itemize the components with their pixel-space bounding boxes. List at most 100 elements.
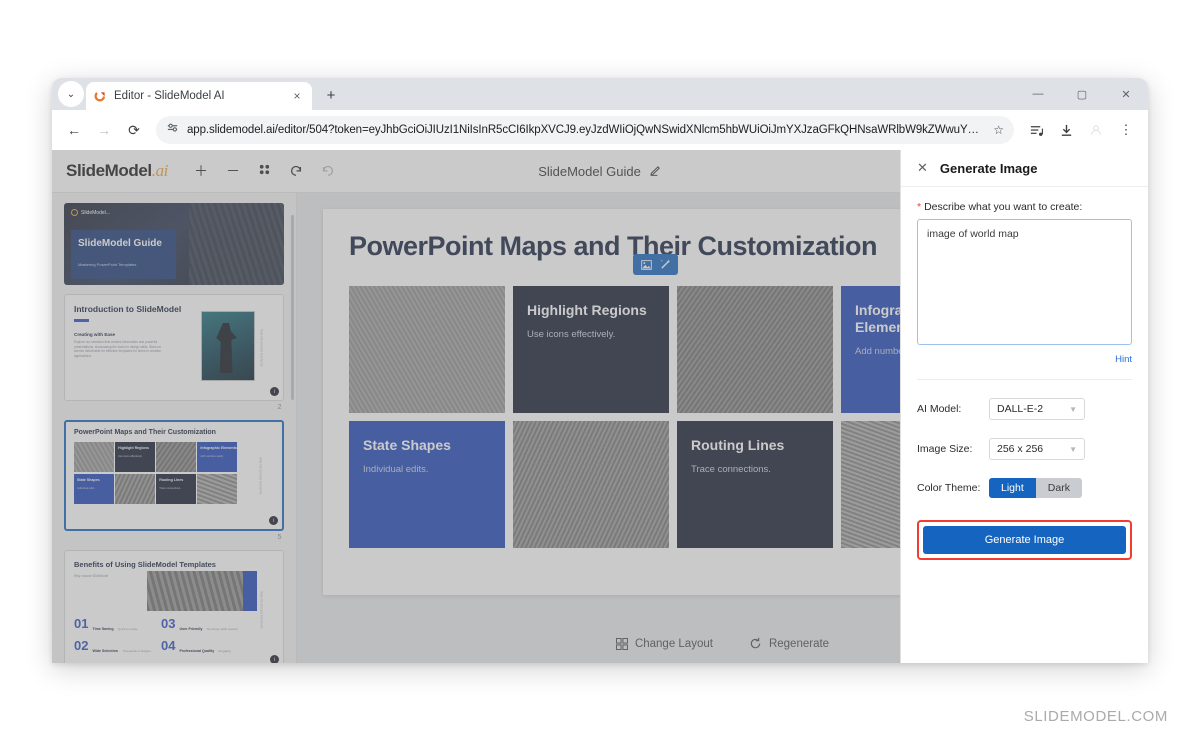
tab-close-icon[interactable]: × <box>290 89 304 103</box>
thumb-card-grid: Highlight Regions Use icons effectively.… <box>74 442 237 504</box>
ai-magic-icon[interactable] <box>656 257 674 272</box>
zoom-out-icon[interactable]: － <box>226 161 240 181</box>
thumb-card <box>74 442 114 472</box>
browser-tab-title: Editor - SlideModel AI <box>114 90 225 102</box>
item-title: Time Saving <box>92 627 114 631</box>
slide-card-5[interactable]: State Shapes Individual edits. <box>349 421 505 548</box>
minimize-button[interactable]: — <box>1016 78 1060 110</box>
thumb-side-text: Key Structured Contents <box>258 457 263 494</box>
app-logo[interactable]: SlideModel.ai <box>66 161 168 181</box>
card-sub: Individual edits. <box>363 464 429 475</box>
color-theme-toggle[interactable]: Light Dark <box>989 478 1082 498</box>
maximize-button[interactable]: ▢ <box>1060 78 1104 110</box>
reload-button[interactable]: ⟳ <box>120 116 148 144</box>
slide-card-6[interactable] <box>513 421 669 548</box>
generate-image-button[interactable]: Generate Image <box>923 526 1126 554</box>
thumb-title-panel: SlideModel Guide Mastering PowerPoint Te… <box>71 230 176 279</box>
chrome-menu-icon[interactable]: ⋮ <box>1112 116 1140 144</box>
forward-button[interactable]: → <box>90 116 118 144</box>
thumb-card-title: State Shapes <box>77 477 100 482</box>
list-item: 04 Professional Quality Engaging templat… <box>161 639 242 663</box>
slide-card-7[interactable]: Routing Lines Trace connections. <box>677 421 833 548</box>
site-settings-icon[interactable] <box>166 122 179 138</box>
app-viewport: SlideModel.ai ＋ － SlideModel Guide Slide… <box>52 150 1148 663</box>
slide-thumbnail-1[interactable]: SlideModel... SlideModel Guide Mastering… <box>64 203 284 285</box>
star-icon[interactable]: ☆ <box>993 123 1004 137</box>
slide-card-2[interactable]: Highlight Regions Use icons effectively. <box>513 286 669 413</box>
item-number: 01 <box>74 616 89 631</box>
card-sub: Trace connections. <box>691 464 771 475</box>
thumb-benefit-list: 01 Time Saving Quick to create 03 User F… <box>74 617 242 663</box>
thumb-card-sub: Add numbers easily. <box>200 455 224 458</box>
slidemodel-favicon <box>94 90 107 103</box>
grid-view-icon[interactable] <box>258 163 271 179</box>
theme-option-light[interactable]: Light <box>989 478 1036 498</box>
tab-search-button[interactable]: ⌄ <box>58 81 84 107</box>
accent-bar <box>74 319 89 322</box>
image-size-label: Image Size: <box>917 443 973 455</box>
slide-thumbnail-sidebar[interactable]: SlideModel... SlideModel Guide Mastering… <box>52 193 297 663</box>
item-sub: Quick to create <box>118 627 138 631</box>
thumb-side-text: Key Structured Contents <box>259 329 264 366</box>
change-layout-label: Change Layout <box>634 637 713 650</box>
regenerate-icon <box>749 637 762 650</box>
back-button[interactable]: ← <box>60 116 88 144</box>
reading-list-icon[interactable] <box>1022 116 1050 144</box>
downloads-icon[interactable] <box>1052 116 1080 144</box>
ai-model-value: DALL-E-2 <box>997 403 1044 415</box>
regenerate-button[interactable]: Regenerate <box>749 637 829 650</box>
prompt-label-text: Describe what you want to create: <box>924 201 1083 213</box>
editor-tool-icons: ＋ － <box>194 161 335 181</box>
thumb-card <box>197 473 237 504</box>
hint-link[interactable]: Hint <box>917 354 1132 365</box>
slide-thumbnail-2[interactable]: Introduction to SlideModel Creating with… <box>64 294 284 401</box>
close-icon[interactable]: ✕ <box>917 160 928 176</box>
thumb-logo-text: SlideModel... <box>81 209 110 216</box>
theme-option-dark[interactable]: Dark <box>1036 478 1082 498</box>
thumb-image <box>201 311 255 381</box>
item-sub: No design skills needed <box>206 627 238 631</box>
new-tab-button[interactable]: + <box>318 82 344 108</box>
window-close-button[interactable]: ✕ <box>1104 78 1148 110</box>
url-text: app.slidemodel.ai/editor/504?token=eyJhb… <box>187 124 986 136</box>
ai-model-select[interactable]: DALL-E-2 ▼ <box>989 398 1085 420</box>
slide-card-1[interactable] <box>349 286 505 413</box>
generate-image-panel: ✕ Generate Image * Describe what you want… <box>900 150 1148 663</box>
thumb-title: Benefits of Using SlideModel Templates <box>74 560 216 569</box>
undo-icon[interactable] <box>289 163 303 180</box>
slide-thumbnail-4[interactable]: Benefits of Using SlideModel Templates W… <box>64 550 284 663</box>
browser-tab[interactable]: Editor - SlideModel AI × <box>86 82 312 110</box>
replace-image-icon[interactable] <box>637 257 655 272</box>
pencil-icon[interactable] <box>649 163 662 179</box>
browser-tab-strip: ⌄ Editor - SlideModel AI × + — ▢ ✕ <box>52 78 1148 110</box>
redo-icon[interactable] <box>321 163 335 180</box>
prompt-input[interactable] <box>917 219 1132 345</box>
thumb-title: SlideModel Guide <box>78 238 162 249</box>
profile-icon[interactable] <box>1082 116 1110 144</box>
thumb-card-title: Routing Lines <box>159 477 184 482</box>
list-item: 01 Time Saving Quick to create <box>74 617 155 635</box>
zoom-in-icon[interactable]: ＋ <box>194 161 208 181</box>
thumb-card-sub: Use icons effectively. <box>118 455 143 458</box>
chevron-down-icon: ▼ <box>1069 404 1077 414</box>
item-number: 04 <box>161 638 176 653</box>
image-size-select[interactable]: 256 x 256 ▼ <box>989 438 1085 460</box>
slide-card-3[interactable] <box>677 286 833 413</box>
thumb-title: PowerPoint Maps and Their Customization <box>74 429 216 436</box>
change-layout-button[interactable]: Change Layout <box>615 637 713 650</box>
thumb-badge: i <box>269 516 278 525</box>
prompt-label: * Describe what you want to create: <box>917 201 1132 213</box>
ai-model-row: AI Model: DALL-E-2 ▼ <box>917 398 1132 420</box>
image-float-toolbar[interactable] <box>633 254 678 275</box>
thumb-card-sub: Trace connections. <box>159 486 182 490</box>
document-title: SlideModel Guide <box>538 163 641 179</box>
thumb-badge: i <box>270 655 279 663</box>
card-title: Highlight Regions <box>527 302 647 318</box>
slide-thumbnail-3[interactable]: PowerPoint Maps and Their Customization … <box>64 420 284 531</box>
thumb-card <box>115 473 155 504</box>
address-bar[interactable]: app.slidemodel.ai/editor/504?token=eyJhb… <box>156 116 1014 144</box>
sidebar-scrollbar[interactable] <box>291 215 294 400</box>
browser-toolbar: ← → ⟳ app.slidemodel.ai/editor/504?token… <box>52 110 1148 150</box>
color-theme-label: Color Theme: <box>917 482 981 494</box>
card-sub: Use icons effectively. <box>527 329 616 340</box>
